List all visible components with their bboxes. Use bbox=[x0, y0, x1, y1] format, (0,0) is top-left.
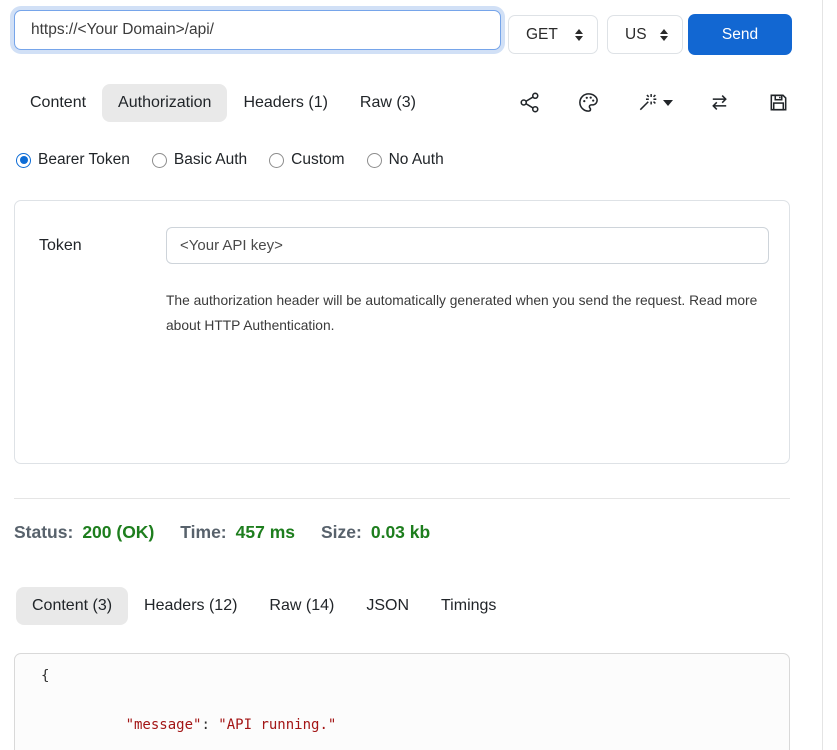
code-line-message: "message": "API running." bbox=[41, 689, 789, 750]
page-vertical-divider bbox=[822, 0, 823, 750]
radio-custom[interactable] bbox=[269, 153, 284, 168]
response-tab-json[interactable]: JSON bbox=[350, 587, 425, 625]
response-tabs: Content (3) Headers (12) Raw (14) JSON T… bbox=[16, 587, 512, 625]
code-line-open: { bbox=[41, 664, 789, 689]
json-value: "API running." bbox=[218, 717, 336, 733]
auth-type-options: Bearer Token Basic Auth Custom No Auth bbox=[16, 151, 444, 169]
response-tab-timings[interactable]: Timings bbox=[425, 587, 512, 625]
magic-wand-dropdown-icon[interactable] bbox=[636, 91, 673, 114]
region-select-value: US bbox=[625, 26, 647, 44]
radio-basic-auth[interactable] bbox=[152, 153, 167, 168]
auth-option-label: Custom bbox=[291, 151, 344, 169]
method-select-value: GET bbox=[526, 26, 558, 44]
size-pair: Size: 0.03 kb bbox=[321, 522, 430, 543]
time-pair: Time: 457 ms bbox=[180, 522, 295, 543]
status-value: 200 (OK) bbox=[82, 522, 154, 543]
status-label: Status: bbox=[14, 522, 73, 543]
radio-bearer-token[interactable] bbox=[16, 153, 31, 168]
tab-raw[interactable]: Raw (3) bbox=[344, 84, 432, 122]
auth-option-label: Basic Auth bbox=[174, 151, 247, 169]
method-select[interactable]: GET bbox=[508, 15, 598, 54]
section-divider bbox=[14, 498, 790, 499]
auth-option-bearer-token[interactable]: Bearer Token bbox=[16, 151, 130, 169]
api-tester-panel: GET US Send Content Authorization Header… bbox=[0, 0, 837, 750]
token-label: Token bbox=[39, 237, 82, 255]
time-value: 457 ms bbox=[236, 522, 295, 543]
response-tab-content[interactable]: Content (3) bbox=[16, 587, 128, 625]
request-toolbar bbox=[518, 91, 790, 114]
chevron-down-icon bbox=[663, 100, 673, 106]
response-summary: Status: 200 (OK) Time: 457 ms Size: 0.03… bbox=[14, 522, 430, 543]
time-label: Time: bbox=[180, 522, 226, 543]
size-label: Size: bbox=[321, 522, 362, 543]
region-select[interactable]: US bbox=[607, 15, 683, 54]
bearer-token-card: Token The authorization header will be a… bbox=[14, 200, 790, 464]
select-updown-icon bbox=[575, 29, 583, 41]
request-url-input[interactable] bbox=[14, 10, 501, 50]
token-help-text: The authorization header will be automat… bbox=[166, 288, 762, 338]
auth-option-basic-auth[interactable]: Basic Auth bbox=[152, 151, 247, 169]
tab-authorization[interactable]: Authorization bbox=[102, 84, 227, 122]
tab-headers[interactable]: Headers (1) bbox=[227, 84, 343, 122]
response-tab-headers[interactable]: Headers (12) bbox=[128, 587, 253, 625]
size-value: 0.03 kb bbox=[371, 522, 430, 543]
select-updown-icon bbox=[660, 29, 668, 41]
request-tabs: Content Authorization Headers (1) Raw (3… bbox=[14, 84, 432, 122]
auth-option-label: Bearer Token bbox=[38, 151, 130, 169]
palette-icon[interactable] bbox=[577, 91, 600, 114]
save-floppy-icon[interactable] bbox=[767, 91, 790, 114]
radio-no-auth[interactable] bbox=[367, 153, 382, 168]
send-button[interactable]: Send bbox=[688, 14, 792, 55]
json-key: "message" bbox=[126, 717, 202, 733]
status-pair: Status: 200 (OK) bbox=[14, 522, 154, 543]
share-nodes-icon[interactable] bbox=[518, 91, 541, 114]
response-body-panel: { "message": "API running." } bbox=[14, 653, 790, 750]
tab-content[interactable]: Content bbox=[14, 84, 102, 122]
auth-option-custom[interactable]: Custom bbox=[269, 151, 344, 169]
swap-arrows-icon[interactable] bbox=[708, 91, 731, 114]
auth-option-label: No Auth bbox=[389, 151, 444, 169]
response-tab-raw[interactable]: Raw (14) bbox=[253, 587, 350, 625]
token-input[interactable] bbox=[166, 227, 769, 264]
auth-option-no-auth[interactable]: No Auth bbox=[367, 151, 444, 169]
json-separator: : bbox=[201, 717, 218, 733]
